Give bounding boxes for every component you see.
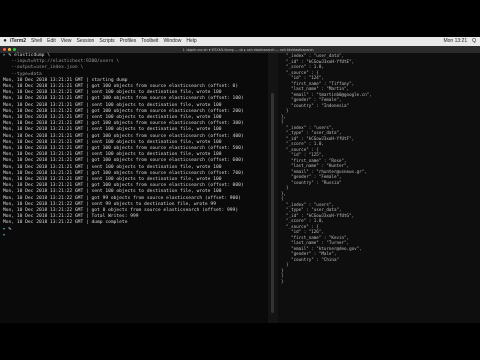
json-output: "_index" : "user_data", "_id" : "kCGowJ3… (278, 53, 480, 284)
log-output: Mon, 10 Dec 2018 13:21:21 GMT | starting… (0, 78, 268, 227)
minimize-button[interactable] (8, 48, 11, 51)
menu-item-profiles[interactable]: Profiles (120, 37, 137, 46)
log-line: Mon, 10 Dec 2018 13:21:21 GMT | got 100 … (3, 158, 244, 164)
split-divider[interactable] (268, 53, 278, 323)
window-titlebar: 1. dqsnh.ccc.sh ● ESXML/dump — ok ▸ ssh … (0, 46, 480, 53)
close-button[interactable] (3, 48, 6, 51)
desktop: ● iTerm2 Shell Edit View Session Scripts… (0, 37, 480, 323)
letterbox-bottom (0, 323, 480, 360)
menu-item-window[interactable]: Window (164, 37, 182, 46)
menu-item-help[interactable]: Help (186, 37, 196, 46)
menu-item-toolbelt[interactable]: Toolbelt (141, 37, 158, 46)
menu-item-view[interactable]: View (61, 37, 72, 46)
menu-item-edit[interactable]: Edit (47, 37, 56, 46)
menu-item-shell[interactable]: Shell (31, 37, 42, 46)
menubar-clock[interactable]: Mon 13:21 (443, 37, 467, 46)
json-line: } (281, 278, 284, 284)
menu-bar: ● iTerm2 Shell Edit View Session Scripts… (0, 37, 480, 46)
spotlight-icon[interactable]: Q (472, 37, 476, 46)
menu-item-scripts[interactable]: Scripts (99, 37, 114, 46)
scrollbar[interactable] (271, 93, 274, 313)
letterbox-top (0, 0, 480, 37)
window-title: 1. dqsnh.ccc.sh ● ESXML/dump — ok ▸ ssh … (182, 47, 314, 52)
log-line: Mon, 10 Dec 2018 13:21:22 GMT | got 99 o… (3, 195, 241, 201)
command-block: ▸ % elasticdump \ --input=http://elastic… (0, 53, 268, 78)
log-line: Mon, 10 Dec 2018 13:21:21 GMT | got 100 … (3, 133, 244, 139)
cursor-line: ▸ (3, 232, 9, 238)
apple-menu-icon[interactable]: ● (0, 37, 10, 46)
terminal-pane-left[interactable]: ▸ % elasticdump \ --input=http://elastic… (0, 53, 268, 323)
video-frame: ● iTerm2 Shell Edit View Session Scripts… (0, 0, 480, 360)
log-line: Mon, 10 Dec 2018 13:21:21 GMT | got 100 … (3, 96, 244, 102)
menu-item-session[interactable]: Session (77, 37, 95, 46)
terminal-pane-right[interactable]: "_index" : "user_data", "_id" : "kCGowJ3… (278, 53, 480, 323)
menu-app-name[interactable]: iTerm2 (10, 37, 26, 46)
